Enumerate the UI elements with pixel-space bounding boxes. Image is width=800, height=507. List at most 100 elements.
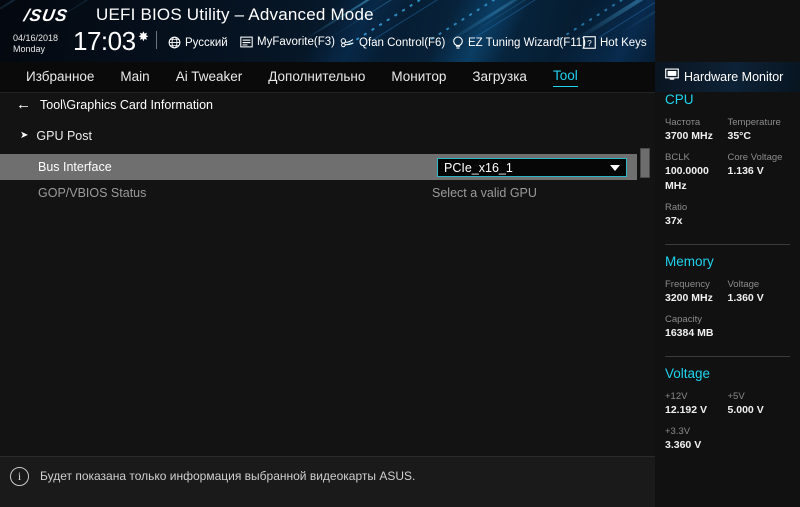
chevron-down-icon[interactable]: [610, 164, 620, 171]
asus-logo: /SUS: [8, 6, 83, 25]
hw-value: 12.192 V: [665, 404, 708, 416]
info-icon: i: [10, 467, 29, 486]
tab-monitor[interactable]: Монитор: [391, 69, 446, 87]
language-label: Русский: [185, 36, 228, 49]
hw-key: Voltage: [727, 279, 760, 290]
hw-key: Частота: [665, 117, 701, 128]
hw-divider: [665, 356, 790, 357]
setting-row-bus-interface[interactable]: Bus Interface PCIe_x16_1: [0, 154, 637, 180]
hw-item-memory-voltage: Voltage 1.360 V: [728, 278, 791, 306]
menu-item-gpu-post[interactable]: ➤ GPU Post: [0, 125, 637, 147]
hw-key: Frequency: [665, 279, 710, 290]
hw-value: 3700 MHz: [665, 130, 713, 142]
system-clock: 17:03: [73, 26, 136, 56]
hw-item-cpu-temperature: Temperature 35°C: [728, 116, 791, 144]
tab-boot[interactable]: Загрузка: [472, 69, 527, 87]
submenu-arrow-icon: ➤: [20, 130, 29, 141]
tab-tool[interactable]: Tool: [552, 68, 578, 87]
main-navigation: Избранное Main Ai Tweaker Дополнительно …: [0, 62, 655, 93]
hw-value: 3200 MHz: [665, 292, 713, 304]
globe-icon: [168, 36, 181, 49]
hardware-monitor-panel: Hardware Monitor CPU Частота 3700 MHz Te…: [655, 0, 800, 507]
hw-section-cpu-title: CPU: [665, 92, 694, 107]
back-arrow-icon[interactable]: ←: [16, 97, 31, 112]
asus-logo-text: /SUS: [22, 6, 70, 25]
hardware-monitor-header: Hardware Monitor: [655, 62, 800, 92]
hw-item-memory-frequency: Frequency 3200 MHz: [665, 278, 728, 306]
hw-divider: [665, 244, 790, 245]
bus-interface-dropdown[interactable]: PCIe_x16_1: [437, 158, 627, 177]
tab-favorites[interactable]: Избранное: [26, 69, 94, 87]
star-window-icon: [240, 36, 253, 48]
hw-key: Temperature: [727, 117, 781, 128]
hw-section-memory-title: Memory: [665, 254, 714, 269]
hw-value: 3.360 V: [665, 439, 702, 451]
breadcrumb-path: Tool\Graphics Card Information: [40, 97, 213, 112]
tab-advanced[interactable]: Дополнительно: [268, 69, 365, 87]
hw-item-cpu-frequency: Частота 3700 MHz: [665, 116, 728, 144]
bulb-icon: [452, 36, 464, 50]
gop-vbios-status-value: Select a valid GPU: [432, 186, 537, 200]
hw-item-memory-capacity: Capacity 16384 MB: [665, 313, 728, 341]
hardware-monitor-title: Hardware Monitor: [684, 70, 784, 84]
bus-interface-value: PCIe_x16_1: [444, 160, 513, 175]
content-pane: ← Tool\Graphics Card Information ➤ GPU P…: [0, 93, 655, 456]
myfavorite-button[interactable]: MyFavorite(F3): [240, 36, 335, 48]
hot-keys-button[interactable]: ? Hot Keys: [583, 36, 647, 49]
hw-section-voltage: Voltage +12V 12.192 V +5V 5.000 V +3.3V …: [665, 366, 790, 460]
myfavorite-label: MyFavorite(F3): [257, 36, 335, 48]
tab-list: Избранное Main Ai Tweaker Дополнительно …: [26, 62, 578, 93]
hw-value: 1.360 V: [727, 292, 764, 304]
hw-item-12v: +12V 12.192 V: [665, 390, 728, 418]
bios-screen: /SUS UEFI BIOS Utility – Advanced Mode 0…: [0, 0, 800, 507]
tab-main[interactable]: Main: [120, 69, 149, 87]
hw-item-3-3v: +3.3V 3.360 V: [665, 425, 728, 453]
qfan-control-button[interactable]: Qfan Control(F6): [340, 36, 445, 49]
gop-vbios-status-label: GOP/VBIOS Status: [38, 186, 147, 200]
hot-keys-label: Hot Keys: [600, 36, 647, 49]
hw-section-voltage-title: Voltage: [665, 366, 711, 381]
system-date: 04/16/2018 Monday: [13, 33, 58, 55]
hw-key: +3.3V: [665, 426, 691, 437]
gpu-post-label: GPU Post: [36, 129, 92, 143]
monitor-icon: [665, 68, 679, 86]
hw-value: 35°C: [727, 130, 751, 142]
setting-row-gop-vbios-status[interactable]: GOP/VBIOS Status Select a valid GPU: [0, 180, 637, 206]
hw-key: Core Voltage: [727, 152, 783, 163]
bus-interface-label: Bus Interface: [38, 160, 112, 174]
hw-value: 16384 MB: [665, 327, 714, 339]
hw-key: Capacity: [665, 314, 702, 325]
hw-value: 37x: [665, 215, 683, 227]
hardware-monitor-body: CPU Частота 3700 MHz Temperature 35°C BC…: [655, 92, 800, 507]
hw-section-cpu: CPU Частота 3700 MHz Temperature 35°C BC…: [665, 92, 790, 236]
svg-text:?: ?: [587, 38, 592, 48]
ez-tuning-wizard-button[interactable]: EZ Tuning Wizard(F11): [452, 36, 586, 50]
tab-ai-tweaker[interactable]: Ai Tweaker: [176, 69, 243, 87]
hw-key: +12V: [665, 391, 688, 402]
hw-item-core-voltage: Core Voltage 1.136 V: [728, 151, 791, 194]
gear-icon[interactable]: ✸: [138, 30, 149, 43]
hw-value: 100.0000 MHz: [665, 165, 709, 192]
help-footer: i Будет показана только информация выбра…: [0, 456, 655, 507]
help-text: Будет показана только информация выбранн…: [40, 469, 416, 483]
qfan-control-label: Qfan Control(F6): [359, 36, 446, 49]
ez-tuning-wizard-label: EZ Tuning Wizard(F11): [468, 37, 587, 49]
fan-icon: [340, 36, 355, 49]
hw-key: +5V: [727, 391, 745, 402]
content-scrollbar-thumb[interactable]: [640, 148, 650, 178]
hw-item-ratio: Ratio 37x: [665, 201, 728, 229]
hw-item-5v: +5V 5.000 V: [728, 390, 791, 418]
page-title: UEFI BIOS Utility – Advanced Mode: [96, 5, 374, 24]
hw-value: 5.000 V: [727, 404, 764, 416]
weekday-value: Monday: [13, 44, 46, 54]
hw-item-bclk: BCLK 100.0000 MHz: [665, 151, 728, 194]
hw-key: BCLK: [665, 152, 690, 163]
date-value: 04/16/2018: [13, 33, 59, 43]
breadcrumb[interactable]: ← Tool\Graphics Card Information: [16, 97, 213, 112]
hw-value: 1.136 V: [727, 165, 764, 177]
hw-key: Ratio: [665, 202, 688, 213]
header-divider: [156, 31, 157, 49]
hw-section-memory: Memory Frequency 3200 MHz Voltage 1.360 …: [665, 254, 790, 348]
language-button[interactable]: Русский: [168, 36, 228, 49]
question-box-icon: ?: [583, 36, 596, 49]
